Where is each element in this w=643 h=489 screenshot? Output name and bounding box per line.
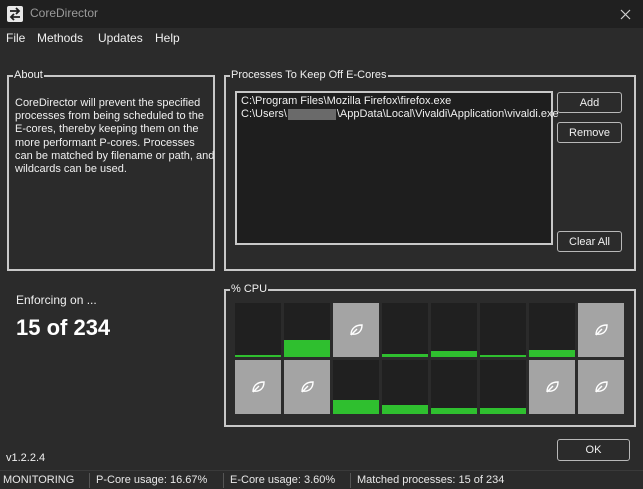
title-bar: CoreDirector [0, 0, 643, 28]
status-separator [89, 473, 90, 488]
redacted-username [287, 108, 336, 120]
about-title: About [13, 69, 44, 82]
menu-file[interactable]: File [6, 31, 25, 45]
p-core-tile [382, 360, 428, 414]
core-usage-bar [235, 355, 281, 357]
core-usage-bar [431, 408, 477, 414]
cpu-group: % CPU [224, 283, 636, 427]
core-usage-bar [382, 405, 428, 414]
cpu-title: % CPU [230, 283, 269, 296]
close-button[interactable] [607, 0, 643, 28]
about-text: CoreDirector will prevent the specified … [15, 97, 215, 176]
p-core-tile [431, 360, 477, 414]
status-pcore-usage: P-Core usage: 16.67% [96, 474, 208, 486]
status-ecore-usage: E-Core usage: 3.60% [230, 474, 336, 486]
menu-updates[interactable]: Updates [98, 31, 143, 45]
leaf-icon [348, 322, 364, 338]
e-core-tile [578, 360, 624, 414]
remove-button[interactable]: Remove [557, 122, 622, 143]
add-button[interactable]: Add [557, 92, 622, 113]
status-mode: MONITORING [3, 474, 75, 486]
clear-all-button[interactable]: Clear All [557, 231, 622, 252]
core-usage-bar [529, 350, 575, 357]
p-core-tile [529, 303, 575, 357]
window-title: CoreDirector [30, 6, 99, 20]
leaf-icon [593, 322, 609, 338]
status-matched-processes: Matched processes: 15 of 234 [357, 474, 505, 486]
core-usage-bar [431, 351, 477, 357]
version-label: v1.2.2.4 [6, 452, 46, 464]
e-core-tile [529, 360, 575, 414]
processes-group: Processes To Keep Off E-Cores C:\Program… [224, 69, 636, 271]
about-group: About CoreDirector will prevent the spec… [7, 69, 215, 271]
process-path-start: C:\Users\ [241, 108, 287, 120]
core-usage-bar [284, 340, 330, 357]
list-item[interactable]: C:\Users\ \AppData\Local\Vivaldi\Applicat… [241, 108, 559, 121]
enforcing-label: Enforcing on ... [16, 293, 97, 307]
p-core-tile [480, 303, 526, 357]
process-path-end: \AppData\Local\Vivaldi\Application\vival… [336, 108, 559, 120]
close-icon [620, 9, 630, 19]
leaf-icon [544, 379, 560, 395]
ok-button[interactable]: OK [557, 439, 630, 461]
processes-title: Processes To Keep Off E-Cores [230, 69, 388, 82]
menu-methods[interactable]: Methods [37, 31, 83, 45]
swap-arrows-icon [7, 6, 23, 22]
p-core-tile [235, 303, 281, 357]
leaf-icon [593, 379, 609, 395]
core-usage-bar [333, 400, 379, 414]
status-separator [350, 473, 351, 488]
core-usage-bar [382, 354, 428, 357]
e-core-tile [578, 303, 624, 357]
menu-help[interactable]: Help [155, 31, 180, 45]
status-bar: MONITORING P-Core usage: 16.67% E-Core u… [0, 470, 643, 489]
p-core-tile [480, 360, 526, 414]
menu-bar: File Methods Updates Help [0, 28, 643, 48]
process-list[interactable]: C:\Program Files\Mozilla Firefox\firefox… [235, 91, 559, 245]
leaf-icon [299, 379, 315, 395]
process-path: C:\Program Files\Mozilla Firefox\firefox… [241, 95, 452, 107]
core-usage-bar [480, 355, 526, 357]
status-separator [223, 473, 224, 488]
p-core-tile [284, 303, 330, 357]
enforcing-value: 15 of 234 [16, 315, 111, 340]
e-core-tile [235, 360, 281, 414]
p-core-tile [382, 303, 428, 357]
core-usage-bar [480, 408, 526, 414]
e-core-tile [284, 360, 330, 414]
e-core-tile [333, 303, 379, 357]
leaf-icon [250, 379, 266, 395]
list-item[interactable]: C:\Program Files\Mozilla Firefox\firefox… [241, 95, 451, 108]
p-core-tile [431, 303, 477, 357]
p-core-tile [333, 360, 379, 414]
